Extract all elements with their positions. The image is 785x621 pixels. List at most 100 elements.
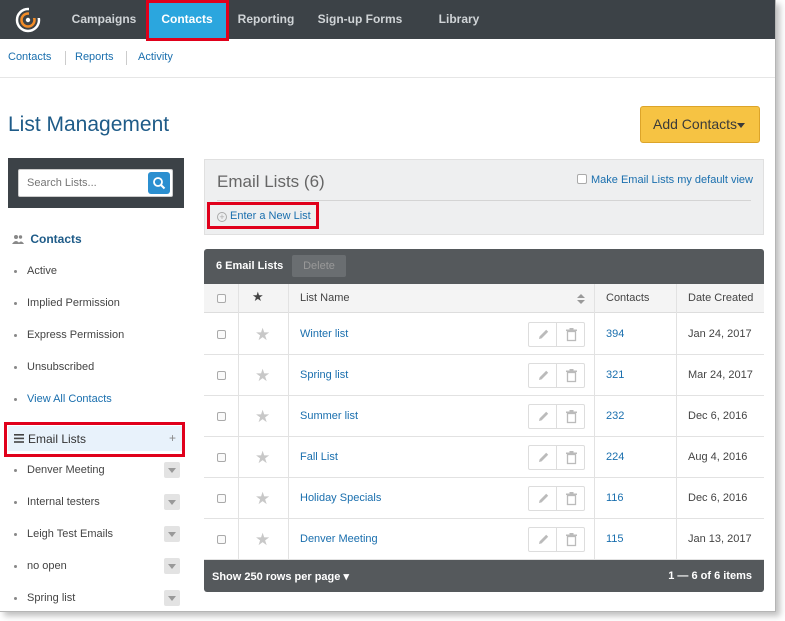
sidebar-item-implied-permission[interactable]: Implied Permission	[14, 297, 120, 309]
nav-signup-forms[interactable]: Sign-up Forms	[306, 0, 414, 39]
edit-button[interactable]	[528, 363, 557, 388]
contacts-count-link[interactable]: 321	[606, 369, 624, 381]
plus-icon[interactable]: +	[169, 431, 176, 445]
star-icon[interactable]: ★	[252, 289, 264, 305]
trash-icon	[557, 533, 586, 556]
star-icon[interactable]: ★	[255, 530, 270, 550]
divider	[0, 77, 775, 78]
delete-row-button[interactable]	[556, 527, 585, 552]
nav-campaigns[interactable]: Campaigns	[60, 0, 148, 39]
default-view-toggle[interactable]: Make Email Lists my default view	[577, 174, 753, 186]
subnav-contacts[interactable]: Contacts	[8, 51, 51, 63]
contacts-count-link[interactable]: 224	[606, 451, 624, 463]
contacts-count-link[interactable]: 116	[606, 492, 624, 504]
sidebar-item-label: Express Permission	[27, 329, 125, 341]
row-checkbox[interactable]	[217, 371, 226, 380]
star-icon[interactable]: ★	[255, 366, 270, 386]
star-icon[interactable]: ★	[255, 325, 270, 345]
select-all-checkbox[interactable]	[217, 294, 226, 303]
logo-icon[interactable]	[15, 7, 41, 33]
checkbox[interactable]	[577, 174, 587, 184]
row-checkbox[interactable]	[217, 494, 226, 503]
sidebar-item-label: Unsubscribed	[27, 361, 95, 373]
pencil-icon	[529, 493, 558, 515]
trash-icon	[557, 410, 586, 433]
edit-button[interactable]	[528, 445, 557, 470]
edit-button[interactable]	[528, 322, 557, 347]
edit-button[interactable]	[528, 527, 557, 552]
sidebar-item-label: Implied Permission	[27, 297, 120, 309]
contacts-count-link[interactable]: 394	[606, 328, 624, 340]
list-name-link[interactable]: Holiday Specials	[300, 492, 381, 504]
chevron-down-icon[interactable]	[164, 494, 180, 510]
date-created: Dec 6, 2016	[688, 410, 748, 422]
column-header-date-created[interactable]: Date Created	[688, 292, 753, 304]
delete-row-button[interactable]	[556, 404, 585, 429]
column-header-contacts[interactable]: Contacts	[606, 292, 649, 304]
rows-per-page-dropdown[interactable]: Show 250 rows per page ▾	[212, 570, 349, 583]
chevron-down-icon[interactable]	[164, 526, 180, 542]
chevron-down-icon[interactable]	[164, 590, 180, 606]
date-created: Mar 24, 2017	[688, 369, 753, 381]
pencil-icon	[529, 370, 558, 392]
subnav-reports[interactable]: Reports	[75, 51, 114, 63]
bullet-icon	[14, 532, 17, 536]
sidebar-item-express-permission[interactable]: Express Permission	[14, 329, 124, 341]
star-icon[interactable]: ★	[255, 448, 270, 468]
sidebar-item-view-all-contacts[interactable]: View All Contacts	[14, 393, 112, 405]
nav-reporting[interactable]: Reporting	[226, 0, 306, 39]
panel-title: Email Lists (6)	[217, 172, 325, 191]
edit-button[interactable]	[528, 404, 557, 429]
delete-button[interactable]: Delete	[292, 255, 346, 277]
list-name-link[interactable]: Fall List	[300, 451, 338, 463]
chevron-down-icon[interactable]	[164, 462, 180, 478]
sidebar-list-item[interactable]: Leigh Test Emails	[14, 528, 113, 540]
sidebar-contacts-heading[interactable]: Contacts	[12, 232, 82, 246]
sidebar-item-email-lists[interactable]: Email Lists +	[8, 426, 184, 451]
bullet-icon	[14, 269, 17, 273]
sidebar-list-item[interactable]: no open	[14, 560, 67, 572]
delete-row-button[interactable]	[556, 363, 585, 388]
bullet-icon	[14, 596, 17, 600]
contacts-count-link[interactable]: 115	[606, 533, 624, 545]
delete-row-button[interactable]	[556, 322, 585, 347]
search-button[interactable]	[148, 172, 170, 194]
sidebar-item-unsubscribed[interactable]: Unsubscribed	[14, 361, 94, 373]
sidebar-list-item[interactable]: Denver Meeting	[14, 464, 105, 476]
sidebar-contacts-label: Contacts	[30, 232, 82, 246]
sort-icon[interactable]	[577, 294, 585, 304]
delete-row-button[interactable]	[556, 486, 585, 511]
subnav-activity[interactable]: Activity	[138, 51, 173, 63]
row-checkbox[interactable]	[217, 453, 226, 462]
rows-per-page-label: Show 250 rows per page	[212, 571, 341, 583]
list-name-link[interactable]: Summer list	[300, 410, 358, 422]
edit-button[interactable]	[528, 486, 557, 511]
star-icon[interactable]: ★	[255, 407, 270, 427]
row-checkbox[interactable]	[217, 330, 226, 339]
star-icon[interactable]: ★	[255, 489, 270, 509]
page-title: List Management	[8, 113, 170, 136]
chevron-down-icon[interactable]	[164, 558, 180, 574]
sidebar-item-label: no open	[27, 560, 67, 572]
enter-new-list-link[interactable]: + Enter a New List	[217, 210, 311, 222]
list-name-link[interactable]: Spring list	[300, 369, 348, 381]
row-checkbox[interactable]	[217, 535, 226, 544]
column-header-list-name[interactable]: List Name	[300, 292, 350, 304]
nav-contacts[interactable]: Contacts	[148, 0, 226, 39]
pagination-range: 1 — 6 of 6 items	[668, 570, 752, 582]
sidebar-list-item[interactable]: Spring list	[14, 592, 75, 604]
contacts-count-link[interactable]: 232	[606, 410, 624, 422]
add-contacts-button[interactable]: Add Contacts	[640, 106, 760, 143]
bullet-icon	[14, 468, 17, 472]
divider	[217, 200, 751, 201]
sidebar-list-item[interactable]: Internal testers	[14, 496, 100, 508]
new-list-label: Enter a New List	[230, 210, 311, 222]
nav-library[interactable]: Library	[414, 0, 504, 39]
sidebar-item-label: Email Lists	[28, 432, 87, 446]
list-name-link[interactable]: Denver Meeting	[300, 533, 378, 545]
delete-row-button[interactable]	[556, 445, 585, 470]
list-name-link[interactable]: Winter list	[300, 328, 348, 340]
row-checkbox[interactable]	[217, 412, 226, 421]
date-created: Aug 4, 2016	[688, 451, 748, 463]
sidebar-item-active[interactable]: Active	[14, 265, 57, 277]
